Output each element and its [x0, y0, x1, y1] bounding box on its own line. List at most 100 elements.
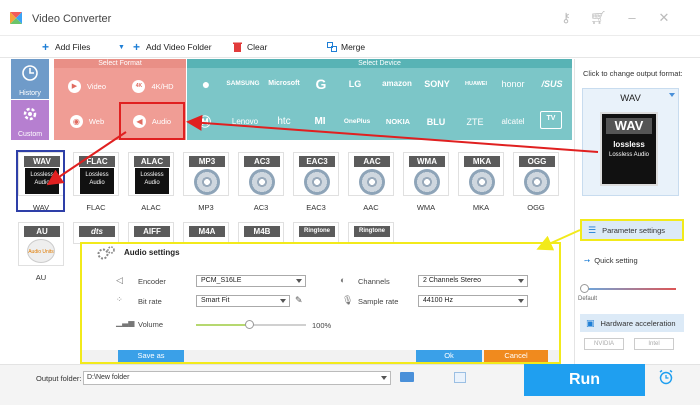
- format-tile-ringtone-2[interactable]: Ringtone: [348, 222, 394, 244]
- merge-icon: [326, 42, 337, 53]
- format-tile-au[interactable]: AU Audio Units: [18, 222, 64, 266]
- brand-blu[interactable]: BLU: [420, 114, 452, 130]
- disc-icon: [304, 169, 330, 195]
- 4k-icon: 4K: [132, 79, 146, 93]
- brand-asus[interactable]: /SUS: [534, 76, 570, 92]
- brand-sony[interactable]: SONY: [418, 76, 456, 92]
- lossless-logo: Lossless Audio: [80, 168, 114, 194]
- format-tile-eac3[interactable]: EAC3: [293, 152, 339, 196]
- close-button[interactable]: ✕: [656, 10, 672, 26]
- history-nav[interactable]: History: [11, 59, 49, 99]
- format-label-ac3: AC3: [253, 203, 269, 212]
- edit-pencil-icon[interactable]: ✎: [295, 295, 303, 306]
- encoder-select[interactable]: PCM_S16LE: [196, 275, 306, 287]
- parameter-settings-button[interactable]: ☰ Parameter settings: [580, 219, 684, 241]
- brand-samsung[interactable]: SAMSUNG: [222, 76, 264, 92]
- format-label-ogg: OGG: [527, 203, 545, 212]
- brand-amazon[interactable]: amazon: [378, 76, 416, 92]
- key-icon[interactable]: ⚷: [558, 10, 574, 26]
- format-web[interactable]: ◉ Web: [58, 106, 116, 136]
- format-label-mka: MKA: [472, 203, 490, 212]
- brand-nokia[interactable]: NOKIA: [380, 114, 416, 130]
- bitrate-select[interactable]: Smart Fit: [196, 295, 290, 307]
- format-tile-flac[interactable]: FLAC Lossless Audio: [73, 152, 119, 196]
- ok-button[interactable]: Ok: [416, 350, 482, 362]
- quality-slider-handle[interactable]: [580, 284, 589, 293]
- volume-value: 100%: [312, 321, 332, 330]
- dropdown-arrow-icon: ▼: [118, 43, 125, 51]
- brand-lg[interactable]: LG: [342, 76, 368, 92]
- save-as-button[interactable]: Save as: [118, 350, 184, 362]
- arrow-right-icon: ➙: [584, 256, 591, 265]
- dropdown-arrow-icon[interactable]: [669, 93, 675, 97]
- output-format-hint: Click to change output format:: [583, 69, 683, 78]
- gear-icon: [23, 107, 37, 121]
- channels-select[interactable]: 2 Channels Stereo: [418, 275, 528, 287]
- motorola-brand-icon[interactable]: Ⓜ: [194, 114, 216, 130]
- chevron-down-icon: [518, 299, 524, 303]
- quality-slider-track[interactable]: [584, 288, 676, 290]
- brand-honor[interactable]: honor: [494, 76, 532, 92]
- brand-oneplus[interactable]: OnePlus: [340, 114, 374, 130]
- volume-slider-handle[interactable]: [245, 320, 254, 329]
- brand-alcatel[interactable]: alcatel: [494, 114, 532, 130]
- format-4k-hd[interactable]: 4K 4K/HD: [122, 72, 184, 100]
- format-label-eac3: EAC3: [306, 203, 326, 212]
- format-tile-ac3[interactable]: AC3: [238, 152, 284, 196]
- hardware-acceleration-toggle[interactable]: ▣ Hardware acceleration: [580, 314, 684, 332]
- format-tile-m4b[interactable]: M4B: [238, 222, 284, 244]
- cart-icon[interactable]: 🛒︎: [590, 10, 607, 26]
- add-files-button[interactable]: + Add Files: [40, 40, 90, 54]
- output-format-name: WAV: [620, 93, 641, 104]
- brand-htc[interactable]: htc: [266, 114, 302, 130]
- format-tile-aac[interactable]: AAC: [348, 152, 394, 196]
- volume-bars-icon: ▁▃▅: [116, 318, 135, 327]
- sample-rate-select[interactable]: 44100 Hz: [418, 295, 528, 307]
- chevron-down-icon: [296, 279, 302, 283]
- dialog-title: Audio settings: [124, 248, 180, 257]
- format-label-mp3: MP3: [198, 203, 214, 212]
- output-folder-input[interactable]: D:\New folder: [83, 371, 391, 385]
- format-label-flac: FLAC: [86, 203, 106, 212]
- brand-lenovo[interactable]: Lenovo: [226, 114, 264, 130]
- format-tile-aiff[interactable]: AIFF: [128, 222, 174, 244]
- alarm-clock-icon[interactable]: [658, 369, 674, 385]
- add-folder-button[interactable]: ▼ + Add Video Folder: [116, 40, 212, 54]
- sliders-icon: ☰: [588, 224, 597, 235]
- merge-button[interactable]: Merge: [326, 40, 365, 54]
- minimize-button[interactable]: –: [624, 10, 640, 26]
- app-logo-icon: [10, 12, 22, 24]
- format-label-au: AU: [35, 273, 47, 282]
- brand-zte[interactable]: ZTE: [458, 114, 492, 130]
- brand-microsoft[interactable]: Microsoft: [266, 76, 302, 92]
- brand-google[interactable]: G: [308, 76, 334, 92]
- open-folder-icon[interactable]: [454, 372, 466, 383]
- output-format-logo: WAV lossless Lossless Audio: [600, 112, 658, 186]
- format-tile-mp3[interactable]: MP3: [183, 152, 229, 196]
- brand-tv[interactable]: TV: [540, 111, 562, 129]
- chip-icon: ▣: [586, 317, 595, 328]
- cancel-button[interactable]: Cancel: [484, 350, 548, 362]
- apple-brand-icon[interactable]: ●: [196, 76, 216, 92]
- format-tile-ringtone-1[interactable]: Ringtone: [293, 222, 339, 244]
- clear-button[interactable]: Clear: [232, 40, 267, 54]
- brand-mi[interactable]: MI: [306, 114, 334, 130]
- trash-icon: [232, 42, 243, 53]
- custom-nav[interactable]: Custom: [11, 100, 49, 140]
- format-tile-mka[interactable]: MKA: [458, 152, 504, 196]
- audio-selection-highlight: [119, 102, 185, 140]
- run-button[interactable]: Run: [524, 364, 645, 396]
- format-tile-m4a[interactable]: M4A: [183, 222, 229, 244]
- chrome-icon: ◉: [69, 114, 83, 128]
- format-tile-ogg[interactable]: OGG: [513, 152, 559, 196]
- folder-icon[interactable]: [400, 372, 414, 382]
- format-video[interactable]: ▶ Video: [58, 72, 116, 100]
- quick-setting-label: ➙ Quick setting: [584, 256, 638, 265]
- format-tile-dts[interactable]: DTS: [73, 222, 119, 244]
- format-tile-wma[interactable]: WMA: [403, 152, 449, 196]
- clock-icon: [22, 65, 38, 81]
- chevron-down-icon[interactable]: [381, 376, 387, 380]
- format-tile-alac[interactable]: ALAC Lossless Audio: [128, 152, 174, 196]
- app-title: Video Converter: [32, 13, 112, 25]
- brand-huawei[interactable]: HUAWEI: [458, 76, 494, 92]
